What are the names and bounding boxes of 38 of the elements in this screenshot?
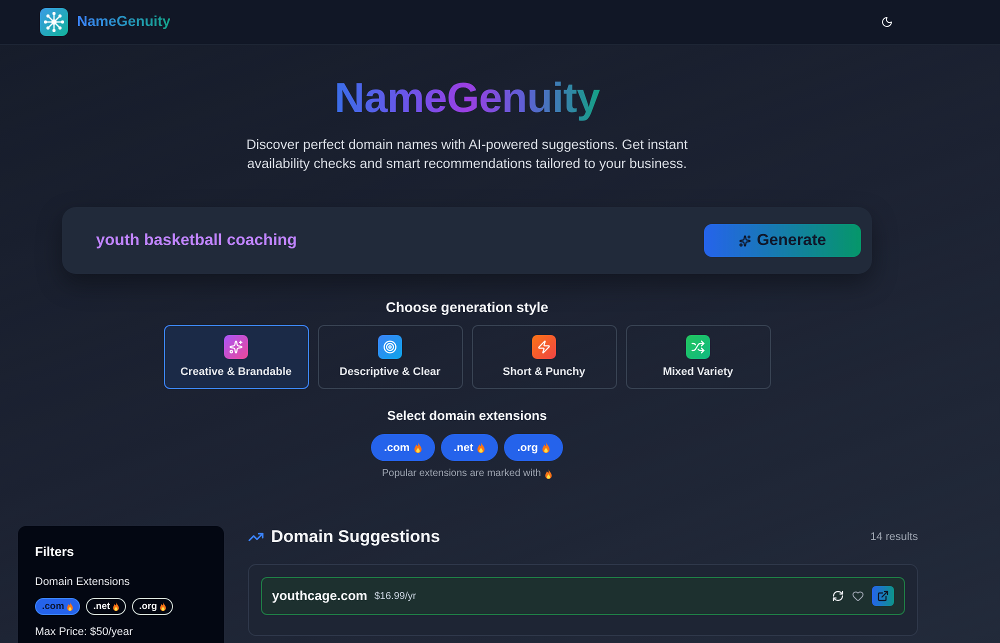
domain-row[interactable]: youthcage.com $16.99/yr: [261, 577, 905, 615]
filter-label: Domain Extensions: [35, 575, 130, 589]
domain-price: $16.99/yr: [374, 590, 416, 602]
refresh-icon[interactable]: [832, 590, 844, 602]
search-bar[interactable]: youth basketball coaching Generate: [62, 207, 872, 274]
heart-icon[interactable]: [852, 590, 864, 602]
brand-name[interactable]: NameGenuity: [77, 13, 170, 31]
panel-title: Filters: [35, 544, 74, 560]
results-count: 14 results: [870, 530, 918, 544]
style-option[interactable]: Descriptive & Clear: [318, 325, 462, 389]
target-icon: [378, 335, 402, 359]
hero-subtitle: Discover perfect domain names with AI-powered suggestions. Get instant availability checks and smart recommendations tailored to your business.: [245, 136, 689, 173]
filter-chip[interactable]: .org: [132, 598, 174, 615]
filter-chip[interactable]: .net: [86, 598, 126, 615]
style-option[interactable]: Short & Punchy: [472, 325, 616, 389]
sparkles-icon: [224, 335, 248, 359]
filter-label: Max Price: $50/year: [35, 625, 133, 639]
style-option[interactable]: Creative & Brandable: [164, 325, 308, 389]
external-link-icon: [877, 590, 889, 602]
extension-chip[interactable]: .com: [370, 434, 435, 461]
generate-button[interactable]: Generate: [704, 224, 861, 257]
search-field[interactable]: youth basketball coaching: [96, 226, 688, 256]
hint-text: Popular extensions are marked with: [382, 467, 541, 480]
section-heading: Choose generation style: [386, 298, 548, 316]
section-heading: Select domain extensions: [387, 407, 547, 425]
extension-chip[interactable]: .org: [504, 434, 564, 461]
open-link-button[interactable]: [872, 586, 894, 606]
flame-icon: [544, 468, 552, 478]
style-option[interactable]: Mixed Variety: [626, 325, 770, 389]
results-title: Domain Suggestions: [271, 526, 440, 548]
lightning-icon: [532, 335, 556, 359]
filter-chip[interactable]: .com: [35, 598, 80, 615]
moon-icon[interactable]: [881, 16, 893, 28]
extension-chip[interactable]: .net: [440, 434, 498, 461]
shuffle-icon: [686, 335, 710, 359]
sparkles-icon: [738, 234, 751, 246]
logo-icon: [40, 8, 68, 36]
domain-name: youthcage.com: [272, 588, 368, 604]
